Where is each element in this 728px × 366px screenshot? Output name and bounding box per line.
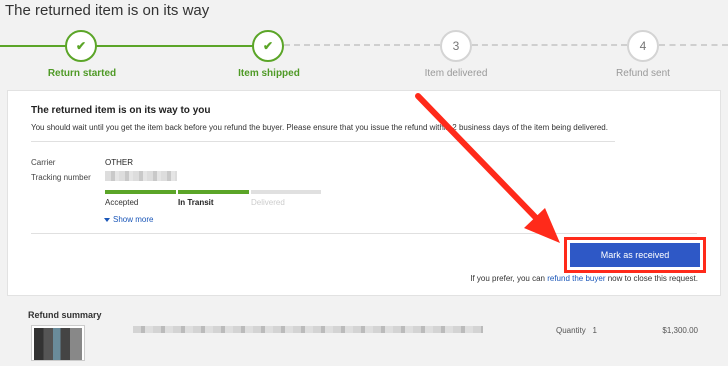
page-title: The returned item is on its way xyxy=(5,2,210,19)
step-3-circle: 3 xyxy=(440,30,472,62)
step-label-return-started: Return started xyxy=(47,68,117,79)
shipment-progress-accepted xyxy=(105,190,176,194)
carrier-value: OTHER xyxy=(105,158,133,167)
step-label-item-delivered: Item delivered xyxy=(424,68,488,79)
annotation-highlight-box: Mark as received xyxy=(564,237,706,273)
stepper-track xyxy=(472,44,627,46)
item-thumbnail xyxy=(31,325,85,361)
stepper-track xyxy=(659,44,728,46)
shipment-progress-delivered xyxy=(251,190,321,194)
caret-down-icon xyxy=(104,217,110,222)
refund-amount: $1,300.00 xyxy=(662,326,698,335)
refund-summary-title: Refund summary xyxy=(28,310,102,320)
shipment-state-delivered: Delivered xyxy=(251,198,285,207)
quantity: Quantity 1 xyxy=(556,326,597,335)
stepper-track xyxy=(96,45,254,47)
shipment-state-in-transit: In Transit xyxy=(178,198,214,207)
return-status-card: The returned item is on its way to you Y… xyxy=(7,90,721,296)
step-label-refund-sent: Refund sent xyxy=(616,68,670,79)
tracking-number-value-redacted xyxy=(105,171,177,181)
step-label-item-shipped: Item shipped xyxy=(238,68,300,79)
refund-prompt-tail: now to close this request. xyxy=(607,274,698,283)
show-more-link[interactable]: Show more xyxy=(104,215,153,224)
shipment-progress-in-transit xyxy=(178,190,249,194)
show-more-label: Show more xyxy=(113,215,154,224)
card-description: You should wait until you get the item b… xyxy=(31,123,608,132)
quantity-value: 1 xyxy=(592,326,597,335)
carrier-label: Carrier xyxy=(31,158,56,167)
step-2-check-icon: ✔ xyxy=(252,30,284,62)
stepper-track xyxy=(284,44,440,46)
shipment-state-accepted: Accepted xyxy=(105,198,139,207)
step-4-circle: 4 xyxy=(627,30,659,62)
mark-as-received-button[interactable]: Mark as received xyxy=(570,243,700,267)
progress-stepper: ✔ ✔ 3 4 Return started Item shipped Item… xyxy=(0,28,728,88)
card-title: The returned item is on its way to you xyxy=(31,105,211,116)
divider xyxy=(31,141,615,142)
item-title-redacted xyxy=(133,326,483,333)
stepper-track xyxy=(0,45,67,47)
divider xyxy=(31,233,697,234)
refund-prompt-text: If you prefer, you can xyxy=(470,274,545,283)
tracking-number-label: Tracking number xyxy=(31,173,91,182)
step-1-check-icon: ✔ xyxy=(65,30,97,62)
quantity-label: Quantity xyxy=(556,326,586,335)
refund-the-buyer-link[interactable]: refund the buyer xyxy=(547,274,605,283)
refund-prompt: If you prefer, you can refund the buyer … xyxy=(470,274,698,283)
